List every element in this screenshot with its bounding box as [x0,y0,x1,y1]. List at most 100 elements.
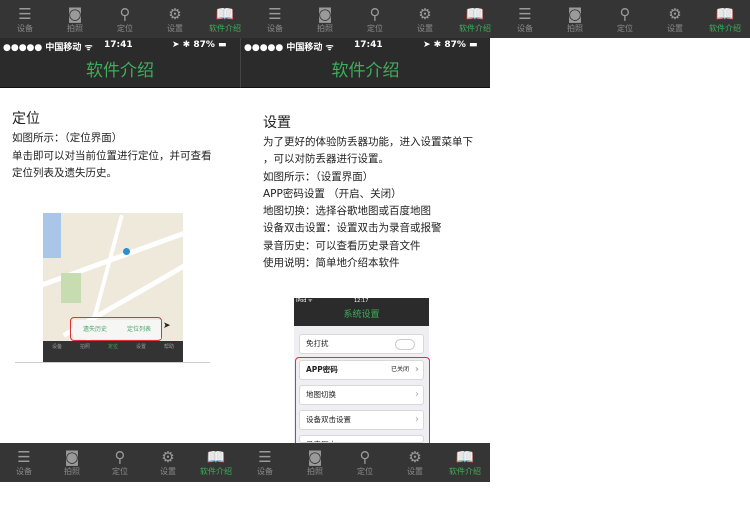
tab-list[interactable]: ☰ 设备 [500,0,550,38]
tab-label: 拍照 [67,23,83,33]
list-icon: ☰ [18,4,32,23]
camera-icon: ◙ [64,448,80,466]
tab-label: 拍照 [64,467,80,476]
tab-bar: ☰ 设备 ◙ 拍照 ⚲ 定位 ⚙ 设置 📖 软件介绍 [0,0,250,38]
tab-book[interactable]: 📖 软件介绍 [700,0,750,38]
settings-row: 免打扰 [299,334,424,354]
intro-settings: 设置 为了更好的体验防丢器功能，进入设置菜单下 ，可以对防丢器进行设置。 如图所示：… [263,113,488,272]
location-pin-icon: ⚲ [359,448,371,466]
text-line: 如图所示：（设置界面） [263,170,374,183]
gear-icon: ⚙ [408,448,422,466]
tab-label: 设备 [17,23,33,33]
text-line: 使用说明：简单地介绍本软件 [263,257,400,270]
tab-label: 定位 [117,23,133,33]
row-label: 免打扰 [306,339,329,348]
tab-location-pin[interactable]: ⚲ 定位 [340,443,390,482]
tab-list[interactable]: ☰ 设备 [250,0,300,38]
location-pin-icon: ⚲ [619,4,631,23]
page-title: 软件介绍 [240,54,490,88]
tab-label: 拍照 [317,23,333,33]
section-heading: 定位 [12,111,40,127]
location-pin-icon: ⚲ [114,448,126,466]
text-line: 如图所示：（定位界面） [12,132,123,144]
tab-camera[interactable]: ◙ 拍照 [48,443,96,482]
text-line: 单击即可以对当前位置进行定位，并可查看 [12,149,212,162]
tab-label: 设置 [167,23,183,33]
tab-label: 定位 [112,467,128,476]
mini-tab-bar: 设备 拍照 定位 设置 帮助 [43,341,183,362]
tab-label: 软件介绍 [200,467,232,476]
time: 17:41 [354,40,383,50]
tab-label: 软件介绍 [449,467,481,476]
gear-icon: ⚙ [168,4,182,23]
tab-location-pin[interactable]: ⚲ 定位 [600,0,650,38]
text-line: 录音历史：可以查看历史录音文件 [263,239,421,252]
tab-camera[interactable]: ◙ 拍照 [550,0,600,38]
text-line: APP密码设置 （开启、关闭） [263,187,402,200]
tab-camera[interactable]: ◙ 拍照 [300,0,350,38]
toggle-switch [395,339,415,350]
divider [15,362,210,363]
shot-time: 12:17 [354,298,369,304]
tab-gear[interactable]: ⚙ 设置 [390,443,440,482]
camera-icon: ◙ [67,4,83,23]
text-line: 为了更好的体验防丢器功能，进入设置菜单下 [263,136,473,148]
tab-label: 软件介绍 [209,23,241,33]
tab-label: 拍照 [567,23,583,33]
intro-location: 定位 如图所示：（定位界面） 单击即可以对当前位置进行定位，并可查看 定位列表及… [12,109,237,183]
carrier: ●●●●● 中国移动 ᯤ [244,43,334,53]
gear-icon: ⚙ [418,4,432,23]
tab-bar: ☰ 设备 ◙ 拍照 ⚲ 定位 ⚙ 设置 📖 软件介绍 [500,0,750,38]
text-line: 定位列表及遗失历史。 [12,167,117,179]
tab-label: 软件介绍 [709,23,741,33]
camera-icon: ◙ [307,448,323,466]
tab-label: 软件介绍 [459,23,491,33]
tab-label: 设置 [417,23,433,33]
tab-location-pin[interactable]: ⚲ 定位 [100,0,150,38]
text-line: 设备双击设置：设置双击为录音或报警 [263,222,442,235]
tab-book[interactable]: 📖 软件介绍 [200,0,250,38]
tab-gear[interactable]: ⚙ 设置 [650,0,700,38]
tab-label: 定位 [367,23,383,33]
list-icon: ☰ [17,448,31,466]
gear-icon: ⚙ [668,4,682,23]
tab-bar: ☰ 设备 ◙ 拍照 ⚲ 定位 ⚙ 设置 📖 软件介绍 [0,443,240,482]
tab-list[interactable]: ☰ 设备 [0,443,48,482]
tab-book[interactable]: 📖 软件介绍 [192,443,240,482]
tab-camera[interactable]: ◙ 拍照 [290,443,340,482]
locate-arrow-icon: ➤ [163,321,171,331]
tab-gear[interactable]: ⚙ 设置 [400,0,450,38]
text-line: ，可以对防丢器进行设置。 [263,153,389,166]
tab-list[interactable]: ☰ 设备 [0,0,50,38]
book-icon: 📖 [715,4,735,23]
battery: ➤ ✱ 87% ▬ [172,40,227,50]
tab-gear[interactable]: ⚙ 设置 [150,0,200,38]
location-pin-icon: ⚲ [119,4,131,23]
tab-book[interactable]: 📖 软件介绍 [450,0,500,38]
gear-icon: ⚙ [161,448,175,466]
shot-status: iPod ᯤ [296,298,313,304]
tab-label: 设备 [16,467,32,476]
camera-icon: ◙ [317,4,333,23]
list-icon: ☰ [268,4,282,23]
camera-icon: ◙ [567,4,583,23]
location-pin-icon: ⚲ [369,4,381,23]
shot-title: 系统设置 [343,310,380,320]
list-icon: ☰ [518,4,532,23]
status-bar: ●●●●● 中国移动 ᯤ 17:41 ➤ ✱ 87% ▬ [0,38,240,54]
tab-list[interactable]: ☰ 设备 [240,443,290,482]
tab-book[interactable]: 📖 软件介绍 [440,443,490,482]
tab-label: 定位 [617,23,633,33]
tab-label: 设备 [267,23,283,33]
tab-camera[interactable]: ◙ 拍照 [50,0,100,38]
tab-bar: ☰ 设备 ◙ 拍照 ⚲ 定位 ⚙ 设置 📖 软件介绍 [240,443,490,482]
book-icon: 📖 [215,4,235,23]
tab-gear[interactable]: ⚙ 设置 [144,443,192,482]
tab-location-pin[interactable]: ⚲ 定位 [96,443,144,482]
status-bar: ●●●●● 中国移动 ᯤ 17:41 ➤ ✱ 87% ▬ [240,38,490,54]
location-marker-icon [123,248,130,255]
carrier: ●●●●● 中国移动 ᯤ [3,43,93,53]
tab-location-pin[interactable]: ⚲ 定位 [350,0,400,38]
tab-label: 设备 [517,23,533,33]
book-icon: 📖 [206,448,226,466]
